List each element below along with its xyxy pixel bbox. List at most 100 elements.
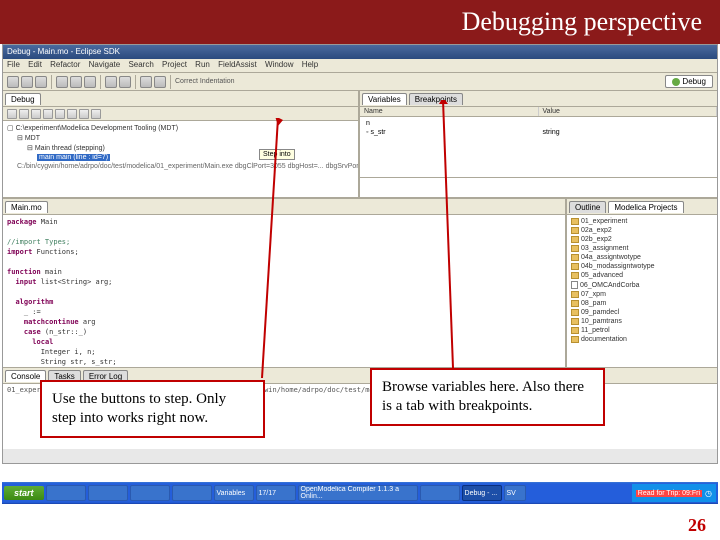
task-item[interactable] <box>46 485 86 501</box>
correct-indentation-label: Correct Indentation <box>175 78 235 85</box>
vars-header: Name Value <box>360 107 717 117</box>
project-item[interactable]: 04b_modassigntwotype <box>571 262 713 271</box>
folder-icon <box>571 309 579 316</box>
perspective-label: Debug <box>682 77 706 86</box>
menu-search[interactable]: Search <box>128 60 153 69</box>
toolbar-icon[interactable] <box>140 76 152 88</box>
separator <box>100 75 101 89</box>
tray-icon[interactable]: ◷ <box>705 489 712 498</box>
debug-icon[interactable] <box>91 109 101 119</box>
variables-table[interactable]: Name Value n ◦ s_strstring <box>360 107 717 177</box>
menu-navigate[interactable]: Navigate <box>89 60 121 69</box>
variable-detail <box>360 177 717 197</box>
task-item[interactable]: OpenModelica Compiler 1.1.3 a Onlin... <box>298 485 418 501</box>
project-item[interactable]: documentation <box>571 335 713 344</box>
folder-icon <box>571 254 579 261</box>
suspend-icon[interactable] <box>19 109 29 119</box>
tab-debug[interactable]: Debug <box>5 93 41 105</box>
project-item[interactable]: 03_assignment <box>571 244 713 253</box>
task-item[interactable] <box>172 485 212 501</box>
menubar[interactable]: File Edit Refactor Navigate Search Proje… <box>3 59 717 73</box>
vars-tabs: Variables Breakpoints <box>360 91 717 107</box>
bug-icon <box>672 78 680 86</box>
toolbar-icon[interactable] <box>119 76 131 88</box>
menu-help[interactable]: Help <box>302 60 318 69</box>
tab-outline[interactable]: Outline <box>569 201 606 213</box>
debug-icon[interactable] <box>79 109 89 119</box>
menu-window[interactable]: Window <box>265 60 293 69</box>
windows-taskbar[interactable]: start Variables 17/17 OpenModelica Compi… <box>2 482 718 504</box>
project-item[interactable]: 10_pamtrans <box>571 317 713 326</box>
var-row[interactable]: ◦ s_strstring <box>362 128 715 137</box>
task-item[interactable]: Variables <box>214 485 254 501</box>
tray-flag: Read for Trip: 09:Fri <box>636 490 702 497</box>
project-item[interactable]: 01_experiment <box>571 217 713 226</box>
tree-frame[interactable]: main main (line : id=7) <box>7 153 354 162</box>
tree-process[interactable]: ⊟ MDT <box>7 133 354 143</box>
outline-tabs: Outline Modelica Projects <box>567 199 717 215</box>
tab-editor[interactable]: Main.mo <box>5 201 48 213</box>
tree-cmdline[interactable]: C:/bin/cygwin/home/adrpo/doc/test/modeli… <box>7 162 354 171</box>
task-item[interactable] <box>130 485 170 501</box>
toolbar-icon[interactable] <box>56 76 68 88</box>
project-item[interactable]: 02a_exp2 <box>571 226 713 235</box>
separator <box>170 75 171 89</box>
project-item[interactable]: 02b_exp2 <box>571 235 713 244</box>
toolbar-icon[interactable] <box>84 76 96 88</box>
project-item[interactable]: 07_xpm <box>571 290 713 299</box>
resume-icon[interactable] <box>7 109 17 119</box>
toolbar-icon[interactable] <box>70 76 82 88</box>
folder-icon <box>571 236 579 243</box>
toolbar-icon[interactable] <box>21 76 33 88</box>
step-return-icon[interactable] <box>67 109 77 119</box>
project-item[interactable]: 08_pam <box>571 299 713 308</box>
debug-view: Debug ▢ C:\experiment\Modelica Developme… <box>3 91 360 197</box>
task-item[interactable] <box>88 485 128 501</box>
perspective-button[interactable]: Debug <box>665 75 713 88</box>
tree-thread[interactable]: ⊟ Main thread (stepping) <box>7 143 354 153</box>
col-value[interactable]: Value <box>539 107 718 116</box>
menu-refactor[interactable]: Refactor <box>50 60 80 69</box>
arrow-right <box>438 100 468 375</box>
terminate-icon[interactable] <box>31 109 41 119</box>
project-tree[interactable]: 01_experiment 02a_exp2 02b_exp2 03_assig… <box>567 215 717 367</box>
toolbar-icon[interactable] <box>7 76 19 88</box>
folder-icon <box>571 227 579 234</box>
folder-icon <box>571 218 579 225</box>
callout-step-buttons: Use the buttons to step. Only step into … <box>40 380 265 438</box>
folder-icon <box>571 245 579 252</box>
tab-projects[interactable]: Modelica Projects <box>608 201 683 213</box>
menu-run[interactable]: Run <box>195 60 210 69</box>
folder-icon <box>571 327 579 334</box>
folder-icon <box>571 336 579 343</box>
menu-edit[interactable]: Edit <box>28 60 42 69</box>
folder-icon <box>571 300 579 307</box>
system-tray[interactable]: Read for Trip: 09:Fri ◷ <box>632 484 716 502</box>
menu-project[interactable]: Project <box>162 60 187 69</box>
toolbar-icon[interactable] <box>105 76 117 88</box>
toolbar-icon[interactable] <box>35 76 47 88</box>
project-item[interactable]: 11_petrol <box>571 326 713 335</box>
task-item-active[interactable]: Debug - ... <box>462 485 502 501</box>
menu-file[interactable]: File <box>7 60 20 69</box>
project-item[interactable]: 05_advanced <box>571 271 713 280</box>
project-item[interactable]: 04a_assigntwotype <box>571 253 713 262</box>
task-item[interactable]: SV <box>504 485 526 501</box>
tree-launch[interactable]: ▢ C:\experiment\Modelica Development Too… <box>7 123 354 133</box>
toolbar-icon[interactable] <box>154 76 166 88</box>
task-item[interactable]: 17/17 <box>256 485 296 501</box>
debug-tree[interactable]: ▢ C:\experiment\Modelica Development Too… <box>3 121 358 197</box>
tab-variables[interactable]: Variables <box>362 93 407 105</box>
project-item[interactable]: 06_OMCAndCorba <box>571 280 713 290</box>
arrow-left <box>260 118 290 388</box>
menu-fieldassist[interactable]: FieldAssist <box>218 60 257 69</box>
main-toolbar: Correct Indentation Debug <box>3 73 717 91</box>
task-item[interactable] <box>420 485 460 501</box>
step-into-icon[interactable] <box>43 109 53 119</box>
project-item[interactable]: 09_pamdecl <box>571 308 713 317</box>
start-button[interactable]: start <box>4 486 44 500</box>
var-row[interactable]: n <box>362 119 715 128</box>
outline-view: Outline Modelica Projects 01_experiment … <box>567 199 717 367</box>
callout-variables: Browse variables here. Also there is a t… <box>370 368 605 426</box>
step-over-icon[interactable] <box>55 109 65 119</box>
